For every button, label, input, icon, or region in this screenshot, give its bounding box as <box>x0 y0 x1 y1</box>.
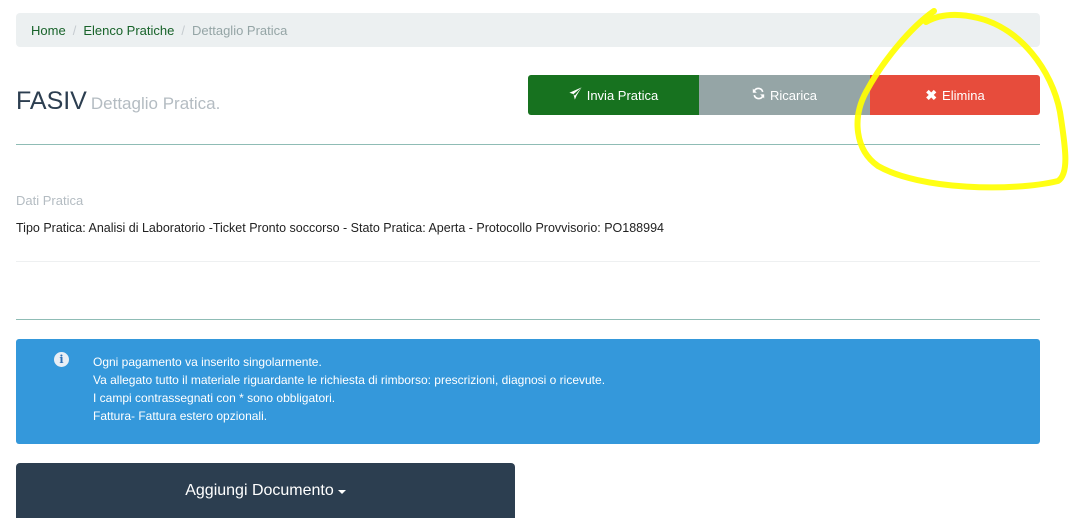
alert-message: Ogni pagamento va inserito singolarmente… <box>93 353 605 425</box>
dati-pratica-heading: Dati Pratica <box>16 193 84 208</box>
divider <box>16 261 1040 262</box>
info-alert: i Ogni pagamento va inserito singolarmen… <box>16 339 1040 444</box>
elimina-label: Elimina <box>942 87 985 103</box>
ricarica-button[interactable]: Ricarica <box>699 75 870 115</box>
aggiungi-documento-label: Aggiungi Documento <box>185 481 334 499</box>
breadcrumb: Home / Elenco Pratiche / Dettaglio Prati… <box>16 13 1040 47</box>
alert-line: Fattura- Fattura estero opzionali. <box>93 409 268 423</box>
page-title-main: FASIV <box>16 87 87 115</box>
refresh-icon <box>752 87 765 103</box>
divider <box>16 319 1040 320</box>
elimina-button[interactable]: ✖ Elimina <box>870 75 1040 115</box>
breadcrumb-current: Dettaglio Pratica <box>192 22 288 38</box>
alert-line: Va allegato tutto il materiale riguardan… <box>93 373 606 387</box>
invia-pratica-button[interactable]: Invia Pratica <box>528 75 699 115</box>
alert-line: I campi contrassegnati con * sono obblig… <box>93 391 336 405</box>
close-icon: ✖ <box>925 86 938 103</box>
page-title: FASIV Dettaglio Pratica. <box>16 80 220 117</box>
caret-down-icon <box>337 489 346 494</box>
info-icon: i <box>54 352 69 367</box>
breadcrumb-separator: / <box>72 22 77 38</box>
breadcrumb-elenco-pratiche-link[interactable]: Elenco Pratiche <box>83 23 174 38</box>
pratica-info-text: Tipo Pratica: Analisi di Laboratorio -Ti… <box>16 221 664 235</box>
breadcrumb-home-link[interactable]: Home <box>31 23 66 38</box>
invia-pratica-label: Invia Pratica <box>586 87 659 103</box>
page-subtitle: Dettaglio Pratica. <box>90 94 221 113</box>
alert-line: Ogni pagamento va inserito singolarmente… <box>93 355 322 369</box>
divider <box>16 144 1040 145</box>
paper-plane-icon <box>569 87 582 103</box>
aggiungi-documento-dropdown-button[interactable]: Aggiungi Documento <box>16 463 515 518</box>
breadcrumb-separator: / <box>181 22 185 38</box>
ricarica-label: Ricarica <box>770 87 817 103</box>
